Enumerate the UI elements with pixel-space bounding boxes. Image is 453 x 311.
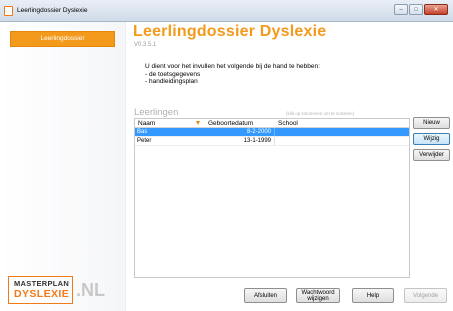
sidebar: Leerlingdossier: [0, 22, 126, 311]
cell-birthdate: 13-1-1999: [205, 137, 275, 145]
students-table[interactable]: Naam Geboortedatum School Bas 8-2-2000 P…: [134, 118, 410, 278]
intro-line: - handleidingsplan: [145, 78, 198, 85]
help-button[interactable]: Help: [352, 288, 394, 303]
column-header-birthdate[interactable]: Geboortedatum: [205, 119, 275, 127]
sort-hint: (klik op kolommen om te sorteren): [286, 111, 355, 116]
window-controls: – □ ✕: [394, 4, 448, 15]
column-header-school[interactable]: School: [275, 119, 409, 127]
intro-line: U dient voor het invullen het volgende b…: [145, 63, 320, 70]
cell-name: Peter: [137, 138, 152, 144]
sidebar-item-leerlingdossier[interactable]: Leerlingdossier: [10, 31, 115, 47]
version-label: V0.3.5.1: [134, 42, 157, 48]
logo-bracket: [68, 276, 73, 304]
column-header-name[interactable]: Naam: [135, 119, 205, 127]
table-row[interactable]: Peter 13-1-1999: [135, 137, 409, 146]
table-row[interactable]: Bas 8-2-2000: [135, 128, 409, 137]
window-title: Leerlingdossier Dyslexie: [17, 7, 88, 14]
close-icon[interactable]: ✕: [424, 4, 448, 15]
intro-text: U dient voor het invullen het volgende b…: [145, 63, 320, 86]
masterplan-logo: MASTERPLAN DYSLEXIE .NL: [8, 276, 118, 304]
sort-desc-icon: [196, 121, 200, 125]
new-button[interactable]: Nieuw: [413, 117, 450, 129]
logo-text-top: MASTERPLAN: [14, 279, 70, 288]
cell-name: Bas: [137, 129, 148, 135]
window-title-bar[interactable]: Leerlingdossier Dyslexie – □ ✕: [0, 0, 453, 22]
intro-line: - de toetsgegevens: [145, 70, 201, 78]
page-title: Leerlingdossier Dyslexie: [133, 23, 327, 40]
maximize-icon[interactable]: □: [409, 4, 423, 15]
app-icon: [4, 6, 13, 16]
students-title: Leerlingen: [134, 107, 179, 118]
change-password-button[interactable]: Wachtwoord wijzigen: [296, 288, 340, 303]
cell-school: [275, 128, 409, 136]
cell-birthdate: 8-2-2000: [205, 128, 275, 136]
minimize-icon[interactable]: –: [394, 4, 408, 15]
close-app-button[interactable]: Afsluiten: [244, 288, 287, 303]
table-header: Naam Geboortedatum School: [135, 119, 409, 128]
delete-button[interactable]: Verwijder: [413, 149, 450, 161]
logo-domain: .NL: [76, 280, 105, 300]
cell-school: [275, 137, 409, 145]
edit-button[interactable]: Wijzig: [413, 133, 450, 145]
next-button[interactable]: Volgende: [404, 288, 447, 303]
logo-text-bottom: DYSLEXIE: [14, 288, 70, 300]
password-label-line: wijzigen: [307, 295, 329, 302]
